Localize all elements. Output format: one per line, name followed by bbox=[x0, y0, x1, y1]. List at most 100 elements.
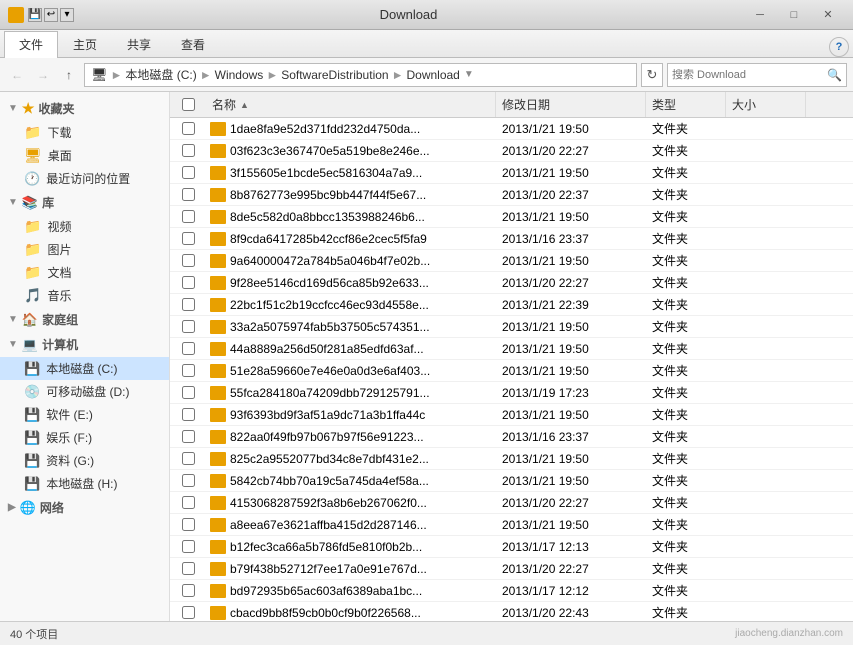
sidebar-item-pictures[interactable]: 📁 图片 bbox=[0, 238, 169, 261]
tab-view[interactable]: 查看 bbox=[166, 31, 220, 57]
col-header-date[interactable]: 修改日期 bbox=[496, 92, 646, 117]
sidebar-item-drive-d[interactable]: 💿 可移动磁盘 (D:) bbox=[0, 380, 169, 403]
table-row[interactable]: 825c2a9552077bd34c8e7dbf431e2... 2013/1/… bbox=[170, 448, 853, 470]
table-row[interactable]: 8de5c582d0a8bbcc1353988246b6... 2013/1/2… bbox=[170, 206, 853, 228]
table-row[interactable]: 5842cb74bb70a19c5a745da4ef58a... 2013/1/… bbox=[170, 470, 853, 492]
row-checkbox[interactable] bbox=[182, 452, 195, 465]
minimize-button[interactable]: ─ bbox=[743, 0, 777, 30]
row-checkbox[interactable] bbox=[182, 122, 195, 135]
table-row[interactable]: bd972935b65ac603af6389aba1bc... 2013/1/1… bbox=[170, 580, 853, 602]
addr-dropdown-chevron[interactable]: ▼ bbox=[464, 69, 474, 80]
row-checkbox[interactable] bbox=[182, 584, 195, 597]
tab-home[interactable]: 主页 bbox=[58, 31, 112, 57]
table-row[interactable]: 22bc1f51c2b19ccfcc46ec93d4558e... 2013/1… bbox=[170, 294, 853, 316]
address-box[interactable]: 🖥 ► 本地磁盘 (C:) ► Windows ► SoftwareDistri… bbox=[84, 63, 637, 87]
table-row[interactable]: 9f28ee5146cd169d56ca85b92e633... 2013/1/… bbox=[170, 272, 853, 294]
file-checkbox[interactable] bbox=[170, 320, 206, 333]
row-checkbox[interactable] bbox=[182, 386, 195, 399]
file-checkbox[interactable] bbox=[170, 342, 206, 355]
quick-undo-btn[interactable]: ↩ bbox=[44, 8, 58, 22]
col-checkbox[interactable] bbox=[170, 98, 206, 111]
select-all-checkbox[interactable] bbox=[182, 98, 195, 111]
sidebar-item-drive-e[interactable]: 💾 软件 (E:) bbox=[0, 403, 169, 426]
row-checkbox[interactable] bbox=[182, 496, 195, 509]
table-row[interactable]: 4153068287592f3a8b6eb267062f0... 2013/1/… bbox=[170, 492, 853, 514]
back-button[interactable]: ← bbox=[6, 64, 28, 86]
file-checkbox[interactable] bbox=[170, 298, 206, 311]
sidebar-section-library[interactable]: ▼ 📚 库 bbox=[0, 190, 169, 215]
col-header-type[interactable]: 类型 bbox=[646, 92, 726, 117]
close-button[interactable]: ✕ bbox=[811, 0, 845, 30]
row-checkbox[interactable] bbox=[182, 298, 195, 311]
sidebar-item-recent[interactable]: 🕐 最近访问的位置 bbox=[0, 167, 169, 190]
file-checkbox[interactable] bbox=[170, 210, 206, 223]
row-checkbox[interactable] bbox=[182, 232, 195, 245]
sidebar-section-computer[interactable]: ▼ 💻 计算机 bbox=[0, 332, 169, 357]
quick-menu-btn[interactable]: ▾ bbox=[60, 8, 74, 22]
file-checkbox[interactable] bbox=[170, 254, 206, 267]
tab-share[interactable]: 共享 bbox=[112, 31, 166, 57]
file-checkbox[interactable] bbox=[170, 540, 206, 553]
help-button[interactable]: ? bbox=[829, 37, 849, 57]
file-checkbox[interactable] bbox=[170, 562, 206, 575]
file-checkbox[interactable] bbox=[170, 386, 206, 399]
file-checkbox[interactable] bbox=[170, 188, 206, 201]
row-checkbox[interactable] bbox=[182, 320, 195, 333]
row-checkbox[interactable] bbox=[182, 254, 195, 267]
file-checkbox[interactable] bbox=[170, 518, 206, 531]
table-row[interactable]: b79f438b52712f7ee17a0e91e767d... 2013/1/… bbox=[170, 558, 853, 580]
row-checkbox[interactable] bbox=[182, 562, 195, 575]
table-row[interactable]: 44a8889a256d50f281a85edfd63af... 2013/1/… bbox=[170, 338, 853, 360]
file-checkbox[interactable] bbox=[170, 496, 206, 509]
sidebar-item-music[interactable]: 🎵 音乐 bbox=[0, 284, 169, 307]
quick-save-btn[interactable]: 💾 bbox=[28, 8, 42, 22]
col-header-size[interactable]: 大小 bbox=[726, 92, 806, 117]
table-row[interactable]: a8eea67e3621affba415d2d287146... 2013/1/… bbox=[170, 514, 853, 536]
table-row[interactable]: 51e28a59660e7e46e0a0d3e6af403... 2013/1/… bbox=[170, 360, 853, 382]
sidebar-item-documents[interactable]: 📁 文档 bbox=[0, 261, 169, 284]
table-row[interactable]: 8b8762773e995bc9bb447f44f5e67... 2013/1/… bbox=[170, 184, 853, 206]
file-checkbox[interactable] bbox=[170, 430, 206, 443]
row-checkbox[interactable] bbox=[182, 188, 195, 201]
sidebar-item-drive-g[interactable]: 💾 资料 (G:) bbox=[0, 449, 169, 472]
col-header-name[interactable]: 名称 ▲ bbox=[206, 92, 496, 117]
table-row[interactable]: cbacd9bb8f59cb0b0cf9b0f226568... 2013/1/… bbox=[170, 602, 853, 621]
table-row[interactable]: b12fec3ca66a5b786fd5e810f0b2b... 2013/1/… bbox=[170, 536, 853, 558]
row-checkbox[interactable] bbox=[182, 518, 195, 531]
sidebar-item-desktop[interactable]: 🖥 桌面 bbox=[0, 144, 169, 167]
table-row[interactable]: 1dae8fa9e52d371fdd232d4750da... 2013/1/2… bbox=[170, 118, 853, 140]
row-checkbox[interactable] bbox=[182, 540, 195, 553]
sidebar-section-network[interactable]: ▶ 🌐 网络 bbox=[0, 495, 169, 520]
row-checkbox[interactable] bbox=[182, 408, 195, 421]
file-checkbox[interactable] bbox=[170, 122, 206, 135]
sidebar-item-videos[interactable]: 📁 视频 bbox=[0, 215, 169, 238]
sidebar-section-homegroup[interactable]: ▼ 🏠 家庭组 bbox=[0, 307, 169, 332]
row-checkbox[interactable] bbox=[182, 342, 195, 355]
row-checkbox[interactable] bbox=[182, 210, 195, 223]
file-checkbox[interactable] bbox=[170, 166, 206, 179]
file-checkbox[interactable] bbox=[170, 408, 206, 421]
sidebar-item-drive-h[interactable]: 💾 本地磁盘 (H:) bbox=[0, 472, 169, 495]
sidebar-item-drive-c[interactable]: 💾 本地磁盘 (C:) bbox=[0, 357, 169, 380]
table-row[interactable]: 822aa0f49fb97b067b97f56e91223... 2013/1/… bbox=[170, 426, 853, 448]
table-row[interactable]: 9a640000472a784b5a046b4f7e02b... 2013/1/… bbox=[170, 250, 853, 272]
file-checkbox[interactable] bbox=[170, 276, 206, 289]
sidebar-item-drive-f[interactable]: 💾 娱乐 (F:) bbox=[0, 426, 169, 449]
row-checkbox[interactable] bbox=[182, 430, 195, 443]
row-checkbox[interactable] bbox=[182, 364, 195, 377]
row-checkbox[interactable] bbox=[182, 606, 195, 619]
sidebar-section-favorites[interactable]: ▼ ★ 收藏夹 bbox=[0, 96, 169, 121]
file-checkbox[interactable] bbox=[170, 452, 206, 465]
table-row[interactable]: 93f6393bd9f3af51a9dc71a3b1ffa44c 2013/1/… bbox=[170, 404, 853, 426]
maximize-button[interactable]: □ bbox=[777, 0, 811, 30]
table-row[interactable]: 3f155605e1bcde5ec5816304a7a9... 2013/1/2… bbox=[170, 162, 853, 184]
file-checkbox[interactable] bbox=[170, 606, 206, 619]
table-row[interactable]: 03f623c3e367470e5a519be8e246e... 2013/1/… bbox=[170, 140, 853, 162]
up-button[interactable]: ↑ bbox=[58, 64, 80, 86]
file-checkbox[interactable] bbox=[170, 232, 206, 245]
tab-file[interactable]: 文件 bbox=[4, 31, 58, 58]
row-checkbox[interactable] bbox=[182, 276, 195, 289]
file-checkbox[interactable] bbox=[170, 474, 206, 487]
row-checkbox[interactable] bbox=[182, 166, 195, 179]
search-input[interactable] bbox=[672, 69, 825, 81]
